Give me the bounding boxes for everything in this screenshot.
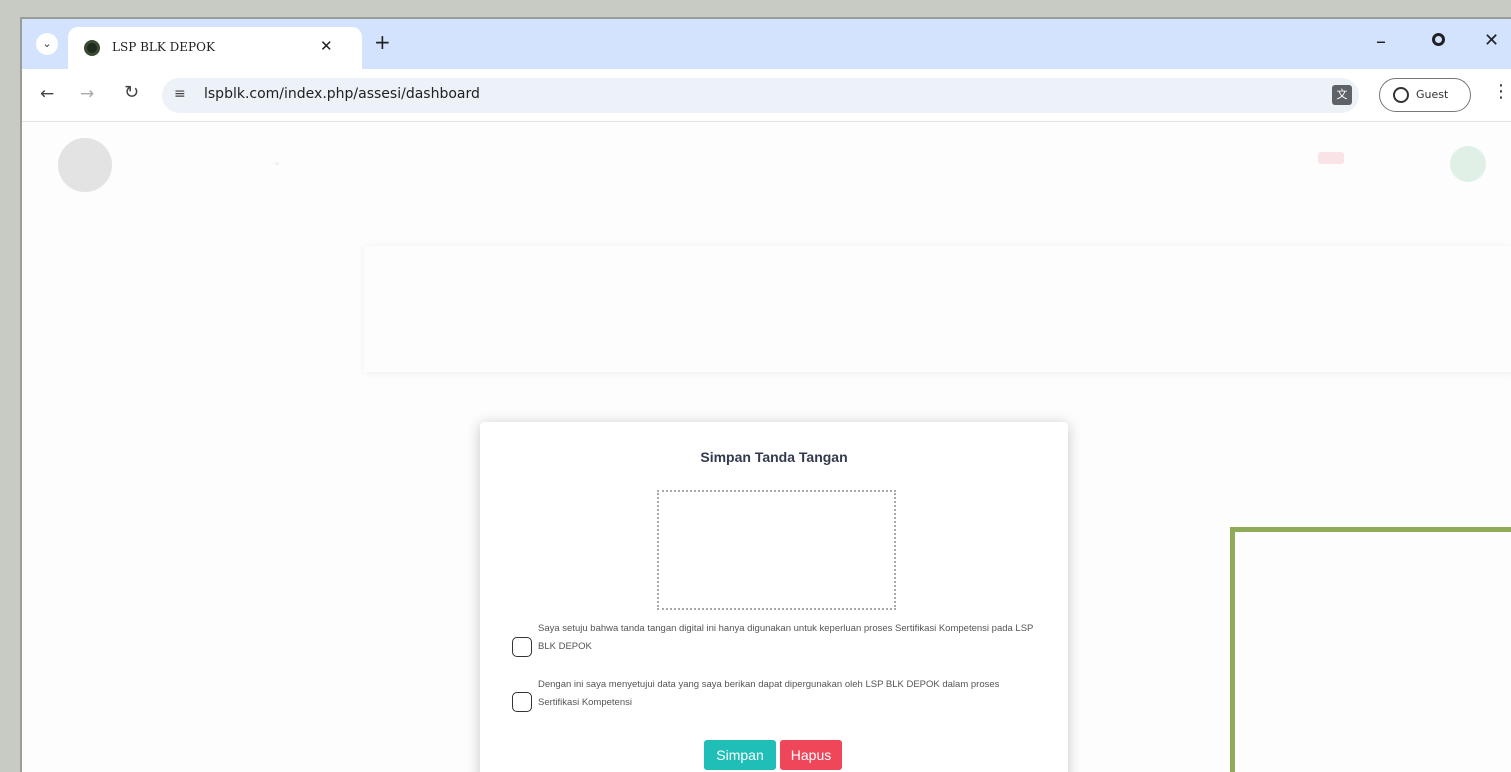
browser-toolbar: ← → ↻ ≡ lspblk.com/index.php/assesi/dash…	[22, 69, 1511, 122]
profile-button[interactable]: Guest	[1379, 78, 1471, 112]
sidebar: ⌄	[22, 122, 332, 772]
modal-title: Simpan Tanda Tangan	[700, 449, 848, 465]
tab-close-icon[interactable]: ✕	[320, 37, 333, 55]
tab-strip: ⌄ LSP BLK DEPOK ✕ + – ✕	[22, 19, 1511, 69]
translate-icon[interactable]: 文	[1332, 85, 1352, 105]
chevron-down-icon: ⌄	[272, 154, 283, 168]
profile-label: Guest	[1416, 88, 1449, 101]
tab-title: LSP BLK DEPOK	[112, 40, 215, 54]
site-info-icon[interactable]: ≡	[174, 86, 186, 102]
signature-pad[interactable]	[657, 490, 896, 610]
forward-arrow-icon[interactable]: →	[80, 84, 94, 104]
signature-modal: Simpan Tanda Tangan Saya setuju bahwa ta…	[480, 422, 1068, 772]
consent-text-2: Dengan ini saya menyetujui data yang say…	[538, 679, 1000, 708]
minimize-icon[interactable]: –	[1376, 29, 1386, 53]
menu-kebab-icon[interactable]: ⋮	[1492, 81, 1510, 102]
address-bar[interactable]: ≡ lspblk.com/index.php/assesi/dashboard …	[162, 78, 1359, 113]
flag-icon	[1318, 152, 1344, 164]
avatar	[58, 138, 112, 192]
save-button[interactable]: Simpan	[704, 740, 776, 770]
restore-icon[interactable]	[1432, 33, 1445, 46]
browser-window: ⌄ LSP BLK DEPOK ✕ + – ✕ ← → ↻ ≡ lspblk.c…	[20, 17, 1511, 772]
consent-text-1: Saya setuju bahwa tanda tangan digital i…	[538, 623, 1034, 652]
consent-checkbox-1[interactable]	[512, 637, 532, 657]
tab-search-icon[interactable]: ⌄	[36, 33, 58, 55]
favicon-icon	[84, 40, 100, 56]
window-close-icon[interactable]: ✕	[1484, 30, 1499, 51]
guest-profile-icon	[1393, 87, 1409, 103]
new-tab-icon[interactable]: +	[374, 32, 391, 52]
page-content: ⌄ Simpan Tanda Tangan Saya setuju bahwa …	[22, 122, 1511, 772]
reload-icon[interactable]: ↻	[124, 82, 139, 103]
user-avatar	[1450, 146, 1486, 182]
back-arrow-icon[interactable]: ←	[40, 84, 54, 104]
consent-checkbox-2[interactable]	[512, 692, 532, 712]
url-text[interactable]: lspblk.com/index.php/assesi/dashboard	[204, 86, 480, 102]
content-card	[364, 246, 1511, 372]
highlight-box	[1230, 527, 1511, 772]
clear-button[interactable]: Hapus	[780, 740, 842, 770]
browser-tab[interactable]: LSP BLK DEPOK ✕	[68, 27, 362, 69]
